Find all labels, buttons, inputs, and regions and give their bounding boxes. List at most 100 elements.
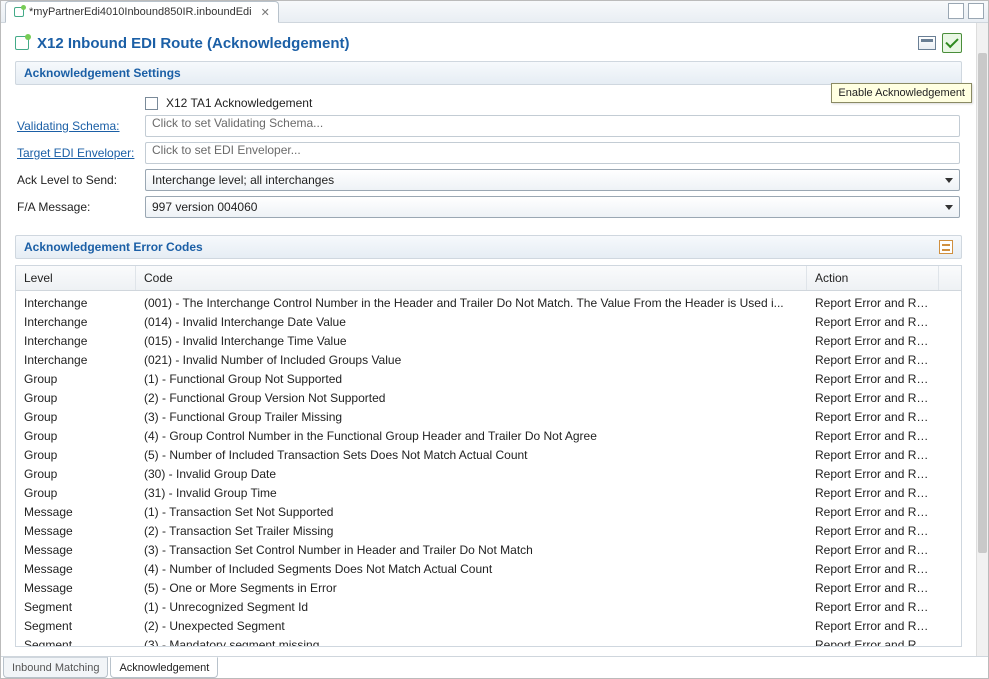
section-title: Acknowledgement Error Codes (24, 240, 203, 254)
table-row[interactable]: Message(5) - One or More Segments in Err… (16, 578, 961, 597)
editor-tab[interactable]: *myPartnerEdi4010Inbound850IR.inboundEdi… (5, 1, 279, 23)
route-file-icon (14, 7, 24, 17)
table-row[interactable]: Interchange(001) - The Interchange Contr… (16, 293, 961, 312)
fa-message-row: F/A Message: 997 version 004060 (17, 196, 960, 218)
cell-level: Message (16, 524, 136, 538)
col-blank (939, 266, 961, 290)
fa-message-label: F/A Message: (17, 200, 137, 214)
route-icon (15, 36, 29, 50)
ack-level-label: Ack Level to Send: (17, 173, 137, 187)
table-row[interactable]: Group(3) - Functional Group Trailer Miss… (16, 407, 961, 426)
cell-code: (014) - Invalid Interchange Date Value (136, 315, 807, 329)
cell-code: (2) - Transaction Set Trailer Missing (136, 524, 807, 538)
page-title: X12 Inbound EDI Route (Acknowledgement) (37, 35, 350, 52)
table-header: Level Code Action (16, 266, 961, 291)
target-enveloper-link[interactable]: Target EDI Enveloper: (17, 146, 137, 160)
cell-action: Report Error and Rej... (807, 581, 939, 595)
cell-code: (30) - Invalid Group Date (136, 467, 807, 481)
table-row[interactable]: Group(30) - Invalid Group DateReport Err… (16, 464, 961, 483)
ack-settings-section: Acknowledgement Settings X12 TA1 Acknowl… (15, 61, 962, 227)
close-icon[interactable]: ✕ (261, 6, 270, 19)
cell-action: Report Error and Rej... (807, 467, 939, 481)
target-enveloper-input[interactable]: Click to set EDI Enveloper... (145, 142, 960, 164)
cell-code: (4) - Number of Included Segments Does N… (136, 562, 807, 576)
cell-level: Interchange (16, 353, 136, 367)
table-row[interactable]: Segment(2) - Unexpected SegmentReport Er… (16, 616, 961, 635)
ta1-checkbox[interactable] (145, 97, 158, 110)
page-header: X12 Inbound EDI Route (Acknowledgement) (1, 23, 976, 61)
table-row[interactable]: Interchange(015) - Invalid Interchange T… (16, 331, 961, 350)
cell-code: (1) - Unrecognized Segment Id (136, 600, 807, 614)
table-body: Interchange(001) - The Interchange Contr… (16, 293, 961, 646)
col-level[interactable]: Level (16, 266, 136, 290)
cell-level: Interchange (16, 296, 136, 310)
editor-tab-title: *myPartnerEdi4010Inbound850IR.inboundEdi (29, 6, 252, 18)
cell-level: Message (16, 543, 136, 557)
minimize-icon[interactable] (948, 3, 964, 19)
cell-action: Report Error and Rej... (807, 486, 939, 500)
vertical-scrollbar[interactable] (976, 23, 988, 656)
cell-code: (001) - The Interchange Control Number i… (136, 296, 807, 310)
table-row[interactable]: Group(1) - Functional Group Not Supporte… (16, 369, 961, 388)
cell-code: (3) - Transaction Set Control Number in … (136, 543, 807, 557)
cell-level: Interchange (16, 315, 136, 329)
cell-level: Segment (16, 600, 136, 614)
cell-action: Report Error and Rej... (807, 638, 939, 647)
cell-level: Message (16, 505, 136, 519)
table-row[interactable]: Message(2) - Transaction Set Trailer Mis… (16, 521, 961, 540)
section-header[interactable]: Acknowledgement Error Codes (15, 235, 962, 259)
table-row[interactable]: Group(31) - Invalid Group TimeReport Err… (16, 483, 961, 502)
table-row[interactable]: Message(1) - Transaction Set Not Support… (16, 502, 961, 521)
ack-level-select[interactable]: Interchange level; all interchanges (145, 169, 960, 191)
cell-level: Segment (16, 619, 136, 633)
scrollbar-thumb[interactable] (978, 53, 987, 553)
tab-inbound-matching[interactable]: Inbound Matching (3, 657, 108, 678)
fa-message-value: 997 version 004060 (152, 200, 257, 214)
target-enveloper-row: Target EDI Enveloper: Click to set EDI E… (17, 142, 960, 164)
cell-level: Group (16, 448, 136, 462)
cell-code: (31) - Invalid Group Time (136, 486, 807, 500)
table-row[interactable]: Segment(1) - Unrecognized Segment IdRepo… (16, 597, 961, 616)
table-row[interactable]: Group(5) - Number of Included Transactio… (16, 445, 961, 464)
maximize-icon[interactable] (968, 3, 984, 19)
table-row[interactable]: Group(2) - Functional Group Version Not … (16, 388, 961, 407)
chevron-down-icon (945, 178, 953, 183)
cell-action: Report Error and Rej... (807, 410, 939, 424)
cell-level: Group (16, 410, 136, 424)
validating-schema-link[interactable]: Validating Schema: (17, 119, 137, 133)
cell-code: (2) - Unexpected Segment (136, 619, 807, 633)
settings-form: X12 TA1 Acknowledgement Validating Schem… (15, 85, 962, 227)
editor-controls (948, 3, 984, 19)
cell-action: Report Error and Rej... (807, 296, 939, 310)
error-codes-table: Level Code Action Interchange(001) - The… (15, 265, 962, 647)
table-options-icon[interactable] (939, 240, 953, 254)
cell-action: Report Error and Rej... (807, 562, 939, 576)
properties-icon[interactable] (918, 36, 936, 50)
cell-code: (5) - Number of Included Transaction Set… (136, 448, 807, 462)
enable-acknowledgement-button[interactable] (942, 33, 962, 53)
table-row[interactable]: Interchange(021) - Invalid Number of Inc… (16, 350, 961, 369)
cell-action: Report Error and Rej... (807, 448, 939, 462)
cell-action: Report Error and Rej... (807, 334, 939, 348)
cell-action: Report Error and Rej... (807, 600, 939, 614)
section-header[interactable]: Acknowledgement Settings (15, 61, 962, 85)
content-area: X12 Inbound EDI Route (Acknowledgement) … (1, 23, 976, 656)
col-action[interactable]: Action (807, 266, 939, 290)
ta1-row: X12 TA1 Acknowledgement (17, 96, 960, 110)
table-row[interactable]: Segment(3) - Mandatory segment missingRe… (16, 635, 961, 646)
form-tabbar: Inbound Matching Acknowledgement (1, 656, 988, 678)
cell-code: (1) - Transaction Set Not Supported (136, 505, 807, 519)
table-row[interactable]: Message(3) - Transaction Set Control Num… (16, 540, 961, 559)
ack-level-row: Ack Level to Send: Interchange level; al… (17, 169, 960, 191)
editor-tabbar: *myPartnerEdi4010Inbound850IR.inboundEdi… (1, 1, 988, 23)
table-row[interactable]: Message(4) - Number of Included Segments… (16, 559, 961, 578)
table-row[interactable]: Group(4) - Group Control Number in the F… (16, 426, 961, 445)
col-code[interactable]: Code (136, 266, 807, 290)
cell-action: Report Error and Rej... (807, 391, 939, 405)
cell-code: (5) - One or More Segments in Error (136, 581, 807, 595)
table-row[interactable]: Interchange(014) - Invalid Interchange D… (16, 312, 961, 331)
fa-message-select[interactable]: 997 version 004060 (145, 196, 960, 218)
cell-code: (1) - Functional Group Not Supported (136, 372, 807, 386)
tab-acknowledgement[interactable]: Acknowledgement (110, 657, 218, 678)
validating-schema-input[interactable]: Click to set Validating Schema... (145, 115, 960, 137)
